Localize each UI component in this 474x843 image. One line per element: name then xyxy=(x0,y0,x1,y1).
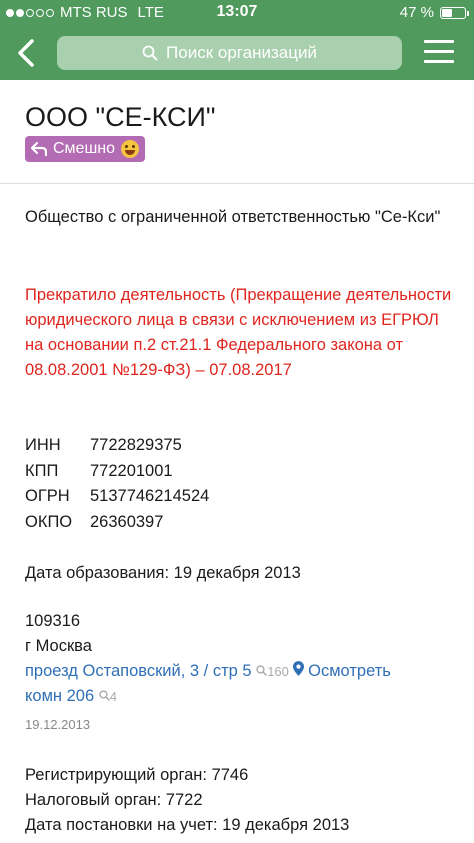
code-row-kpp: КПП 772201001 xyxy=(25,459,209,485)
company-full-name: Общество с ограниченной ответственностью… xyxy=(25,208,441,226)
reaction-badge[interactable]: Смешно xyxy=(25,136,146,162)
map-pin-icon xyxy=(292,661,304,676)
chevron-left-icon xyxy=(18,39,34,67)
code-label: ОГРН xyxy=(25,487,70,506)
badge-label: Смешно xyxy=(53,140,116,157)
company-status: Прекратило деятельность (Прекращение дея… xyxy=(25,286,452,379)
postcode: 109316 xyxy=(25,612,81,630)
registration-date: Дата постановки на учет: 19 декабря 2013 xyxy=(25,816,350,834)
code-label: ОКПО xyxy=(25,512,73,531)
code-label: ИНН xyxy=(25,436,61,455)
battery-percent: 47 % xyxy=(399,4,434,21)
room-count: 4 xyxy=(109,689,117,704)
street-line: проезд Остаповский, 3 / стр 5 160 Осмотр… xyxy=(25,659,465,684)
back-button[interactable] xyxy=(12,38,42,68)
registration-info: Регистрирующий орган: 7746 Налоговый орг… xyxy=(25,763,349,838)
search-input[interactable]: Поиск организаций xyxy=(57,36,402,70)
back-arrow-icon xyxy=(31,142,47,156)
code-value: 5137746214524 xyxy=(90,487,210,506)
address-date: 19.12.2013 xyxy=(25,717,91,732)
grinning-sweat-emoji-icon xyxy=(121,140,140,158)
hamburger-menu-icon xyxy=(424,40,454,63)
page-title: ООО "СЕ-КСИ" xyxy=(25,102,216,132)
room-search-count[interactable]: 4 xyxy=(99,689,117,704)
room-line: комн 206 4 xyxy=(25,684,465,709)
address-block: 109316 г Москва проезд Остаповский, 3 / … xyxy=(25,609,465,737)
code-label: КПП xyxy=(25,461,59,480)
code-row-inn: ИНН 7722829375 xyxy=(25,433,209,459)
company-header: ООО "СЕ-КСИ" Смешно xyxy=(0,80,474,184)
street-count: 160 xyxy=(267,664,289,679)
search-placeholder: Поиск организаций xyxy=(166,43,317,62)
menu-button[interactable] xyxy=(424,40,454,66)
formation-date: Дата образования: 19 декабря 2013 xyxy=(25,564,301,582)
street-link[interactable]: проезд Остаповский, 3 / стр 5 xyxy=(25,662,252,680)
code-row-okpo: ОКПО 26360397 xyxy=(25,510,209,536)
status-bar: MTS RUS LTE 13:07 47 % xyxy=(0,0,474,26)
code-row-ogrn: ОГРН 5137746214524 xyxy=(25,484,209,510)
battery-icon xyxy=(440,6,469,19)
navigation-bar: Поиск организаций xyxy=(0,26,474,80)
search-icon xyxy=(142,45,158,61)
tax-authority: Налоговый орган: 7722 xyxy=(25,791,203,809)
code-value: 772201001 xyxy=(90,461,173,480)
code-value: 7722829375 xyxy=(90,436,182,455)
code-value: 26360397 xyxy=(90,512,164,531)
search-icon xyxy=(99,690,110,701)
room-link[interactable]: комн 206 xyxy=(25,687,94,705)
city: г Москва xyxy=(25,637,92,655)
registration-codes: ИНН 7722829375 КПП 772201001 ОГРН 513774… xyxy=(25,433,209,535)
search-icon xyxy=(256,665,267,676)
map-link-label: Осмотреть xyxy=(308,662,391,680)
registering-authority: Регистрирующий орган: 7746 xyxy=(25,766,249,784)
map-link[interactable]: Осмотреть xyxy=(292,661,391,680)
street-search-count[interactable]: 160 xyxy=(256,664,292,679)
